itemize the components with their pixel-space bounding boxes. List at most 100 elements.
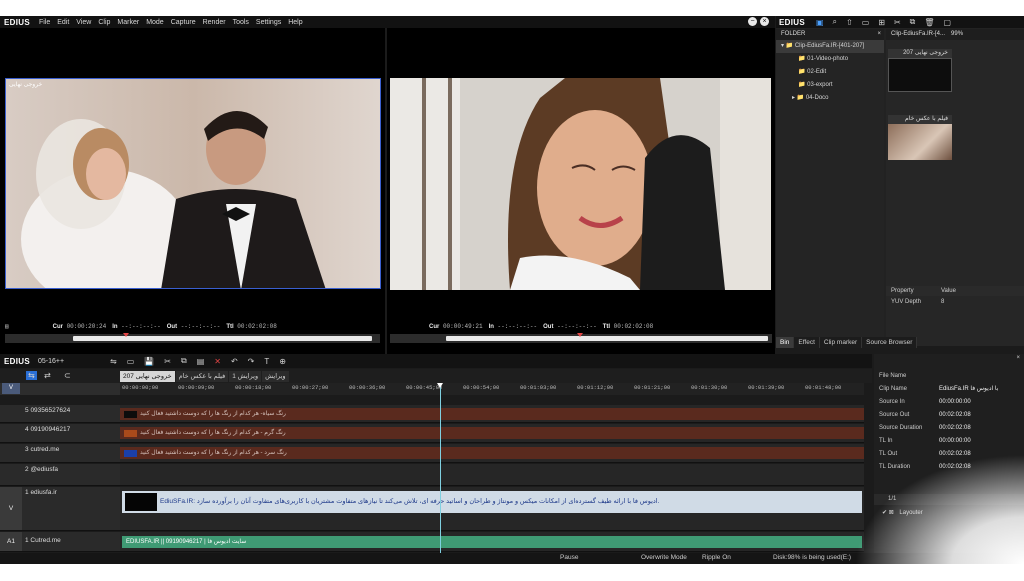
title-icon[interactable]: T [264,357,269,366]
close-icon[interactable]: × [760,17,769,26]
menu-mode[interactable]: Mode [146,19,164,26]
copy-icon[interactable]: ⧉ [181,356,187,366]
mode-icon[interactable]: ⇋ [110,357,117,366]
menu-render[interactable]: Render [203,19,226,26]
recorder-ttl-label: Ttl [602,323,611,330]
mode-toggle-icon[interactable]: ⇆ [26,371,37,380]
minimize-icon[interactable]: − [748,17,757,26]
search-icon[interactable]: ⌕ [833,17,837,27]
color-clip-black[interactable]: رنگ سیاه- هر کدام از رنگ ها را که دوست د… [120,408,864,420]
sequence-tab[interactable]: ویرایش 1 [229,371,262,382]
menu-clip[interactable]: Clip [98,19,110,26]
recorder-scrub-track[interactable] [446,336,768,341]
project-name: 05-16++ [37,357,65,365]
ruler-label: 00:00:18;00 [235,384,272,391]
menu-settings[interactable]: Settings [256,19,281,26]
cut-icon[interactable]: ✂ [164,357,171,366]
menu-view[interactable]: View [76,19,91,26]
folder-item-export[interactable]: 📁 03-export [776,79,884,92]
sequence-tab[interactable]: ویرایش [262,371,289,382]
color-clip-warm[interactable]: رنگ گرم - هر کدام از رنگ ها را که دوست د… [120,427,864,439]
menu-file[interactable]: File [39,19,50,26]
tab-source-browser[interactable]: Source Browser [862,337,918,348]
folder-item-root[interactable]: ▾ 📁 Clip-EdiusFa.IR-[401-207] [776,40,884,53]
cut-icon[interactable]: ✂ [894,18,901,27]
menu-marker[interactable]: Marker [117,19,139,26]
copy-icon[interactable]: ⧉ [910,17,916,27]
folder-item-doco[interactable]: ▸ 📁 04-Doco [776,92,884,105]
property-value: 8 [941,299,945,305]
track-lane-t3: رنگ سرد - هر کدام از رنگ ها را که دوست د… [120,444,864,463]
track-header-t1[interactable]: V 1 ediusfa.ir [0,487,120,531]
player-cur-value: 00:00:20:24 [66,322,107,330]
recorder-video[interactable] [390,78,771,290]
link-icon[interactable]: ⊂ [64,371,71,380]
sync-lock-icon[interactable]: ⇄ [44,371,51,380]
undo-icon[interactable]: ↶ [231,357,238,366]
track-name: 2 @ediusfa [25,466,58,473]
timeline-title-bar: EDIUS 05-16++ ⇋ ▭ 💾 ✂ ⧉ ▤ ✕ ↶ ↷ T ⊕ [0,354,872,368]
add-clip-icon[interactable]: ⊞ [878,18,885,27]
clip-thumb-final[interactable]: خروجی نهایی 207 [888,49,952,92]
layer-item[interactable]: ✔ ⊠ Layouter [882,509,923,516]
tab-bin[interactable]: Bin [776,337,795,348]
status-bar: Pause Overwrite Mode Ripple On Disk:98% … [0,553,1024,564]
player-info-icon: ▤ [5,322,9,330]
player-ttl-value: 00:02:02:08 [237,322,277,330]
clip-label: رنگ سرد - هر کدام از رنگ ها را که دوست د… [140,450,287,456]
folder-item-video-photo[interactable]: 📁 01-Video-photo [776,53,884,66]
track-header-t3[interactable]: 3 cutred.me [0,444,120,463]
color-clip-cold[interactable]: رنگ سرد - هر کدام از رنگ ها را که دوست د… [120,447,864,459]
sequence-tab[interactable]: خروجی نهایی 207 [120,371,175,382]
track-type-label: A1 [0,532,22,551]
render-icon[interactable]: ⊕ [279,357,286,366]
track-header-a1[interactable]: A1 1 Cutred.me [0,532,120,552]
status-disk: Disk:98% is being used(E:) [773,554,852,561]
folder-close-icon[interactable]: × [877,29,881,40]
player-scrub-bar[interactable] [5,333,380,343]
track-name: 1 Cutred.me [25,537,61,544]
new-folder-icon[interactable]: ▭ [862,18,870,27]
delete-icon[interactable]: ✕ [214,357,221,366]
save-icon[interactable]: 💾 [144,357,154,366]
recorder-playhead[interactable] [577,333,583,337]
menu-tools[interactable]: Tools [233,19,249,26]
up-folder-icon[interactable]: ⇧ [846,18,853,27]
player-scrub-track[interactable] [73,336,372,341]
player-monitor: خروجی نهایی ▤ Cur 00:00:20:24 In --:--:-… [0,28,385,363]
menu-capture[interactable]: Capture [171,19,196,26]
recorder-cur-label: Cur [429,323,440,330]
clip-thumb-raw[interactable]: فیلم با عکس خام [888,115,952,160]
tab-clip-marker[interactable]: Clip marker [819,337,863,348]
status-pause: Pause [560,554,579,561]
track-lane-t1: EdiuSFa.IR: ادیوس فا با ارائه طیف گسترده… [120,487,864,531]
info-close-icon[interactable]: × [1016,355,1020,361]
audio-clip[interactable]: EDIUSFA.IR || 09190946217 | سایت ادیوس ف… [122,536,862,548]
video-target-icon[interactable]: V [2,383,20,394]
track-header-t2[interactable]: 2 @ediusfa [0,464,120,486]
menu-help[interactable]: Help [288,19,302,26]
redo-icon[interactable]: ↷ [248,357,255,366]
recorder-scrub-bar[interactable] [390,333,772,343]
tab-effect[interactable]: Effect [794,337,820,348]
player-playhead[interactable] [123,333,129,337]
track-header-t5[interactable]: 5 09356527624 [0,405,120,423]
timeline-ruler[interactable]: 00:00:00;00 00:00:09;00 00:00:18;00 00:0… [120,383,864,395]
clip-thumb-label: خروجی نهایی 207 [888,49,952,58]
menu-edit[interactable]: Edit [57,19,69,26]
track-header-t4[interactable]: 4 09190946217 [0,424,120,443]
sequence-tab[interactable]: فیلم با عکس خام [175,371,229,382]
display-icon[interactable]: ▢ [944,18,952,27]
ruler-label: 00:00:00;00 [122,384,159,391]
track-lane-t5: رنگ سیاه- هر کدام از رنگ ها را که دوست د… [120,405,864,423]
player-video[interactable]: خروجی نهایی [5,78,381,289]
video-clip-main[interactable]: EdiuSFa.IR: ادیوس فا با ارائه طیف گسترده… [122,491,862,513]
folder-item-edit[interactable]: 📁 02-Edit [776,66,884,79]
new-sequence-icon[interactable]: ▭ [127,357,135,366]
delete-icon[interactable]: 🗑 [924,18,934,27]
paste-icon[interactable]: ▤ [197,357,205,366]
folder-view-icon[interactable]: ▣ [816,18,824,27]
recorder-frame [390,78,771,290]
timeline-playhead[interactable] [437,383,443,553]
ruler-label: 00:01:21;00 [634,384,671,391]
